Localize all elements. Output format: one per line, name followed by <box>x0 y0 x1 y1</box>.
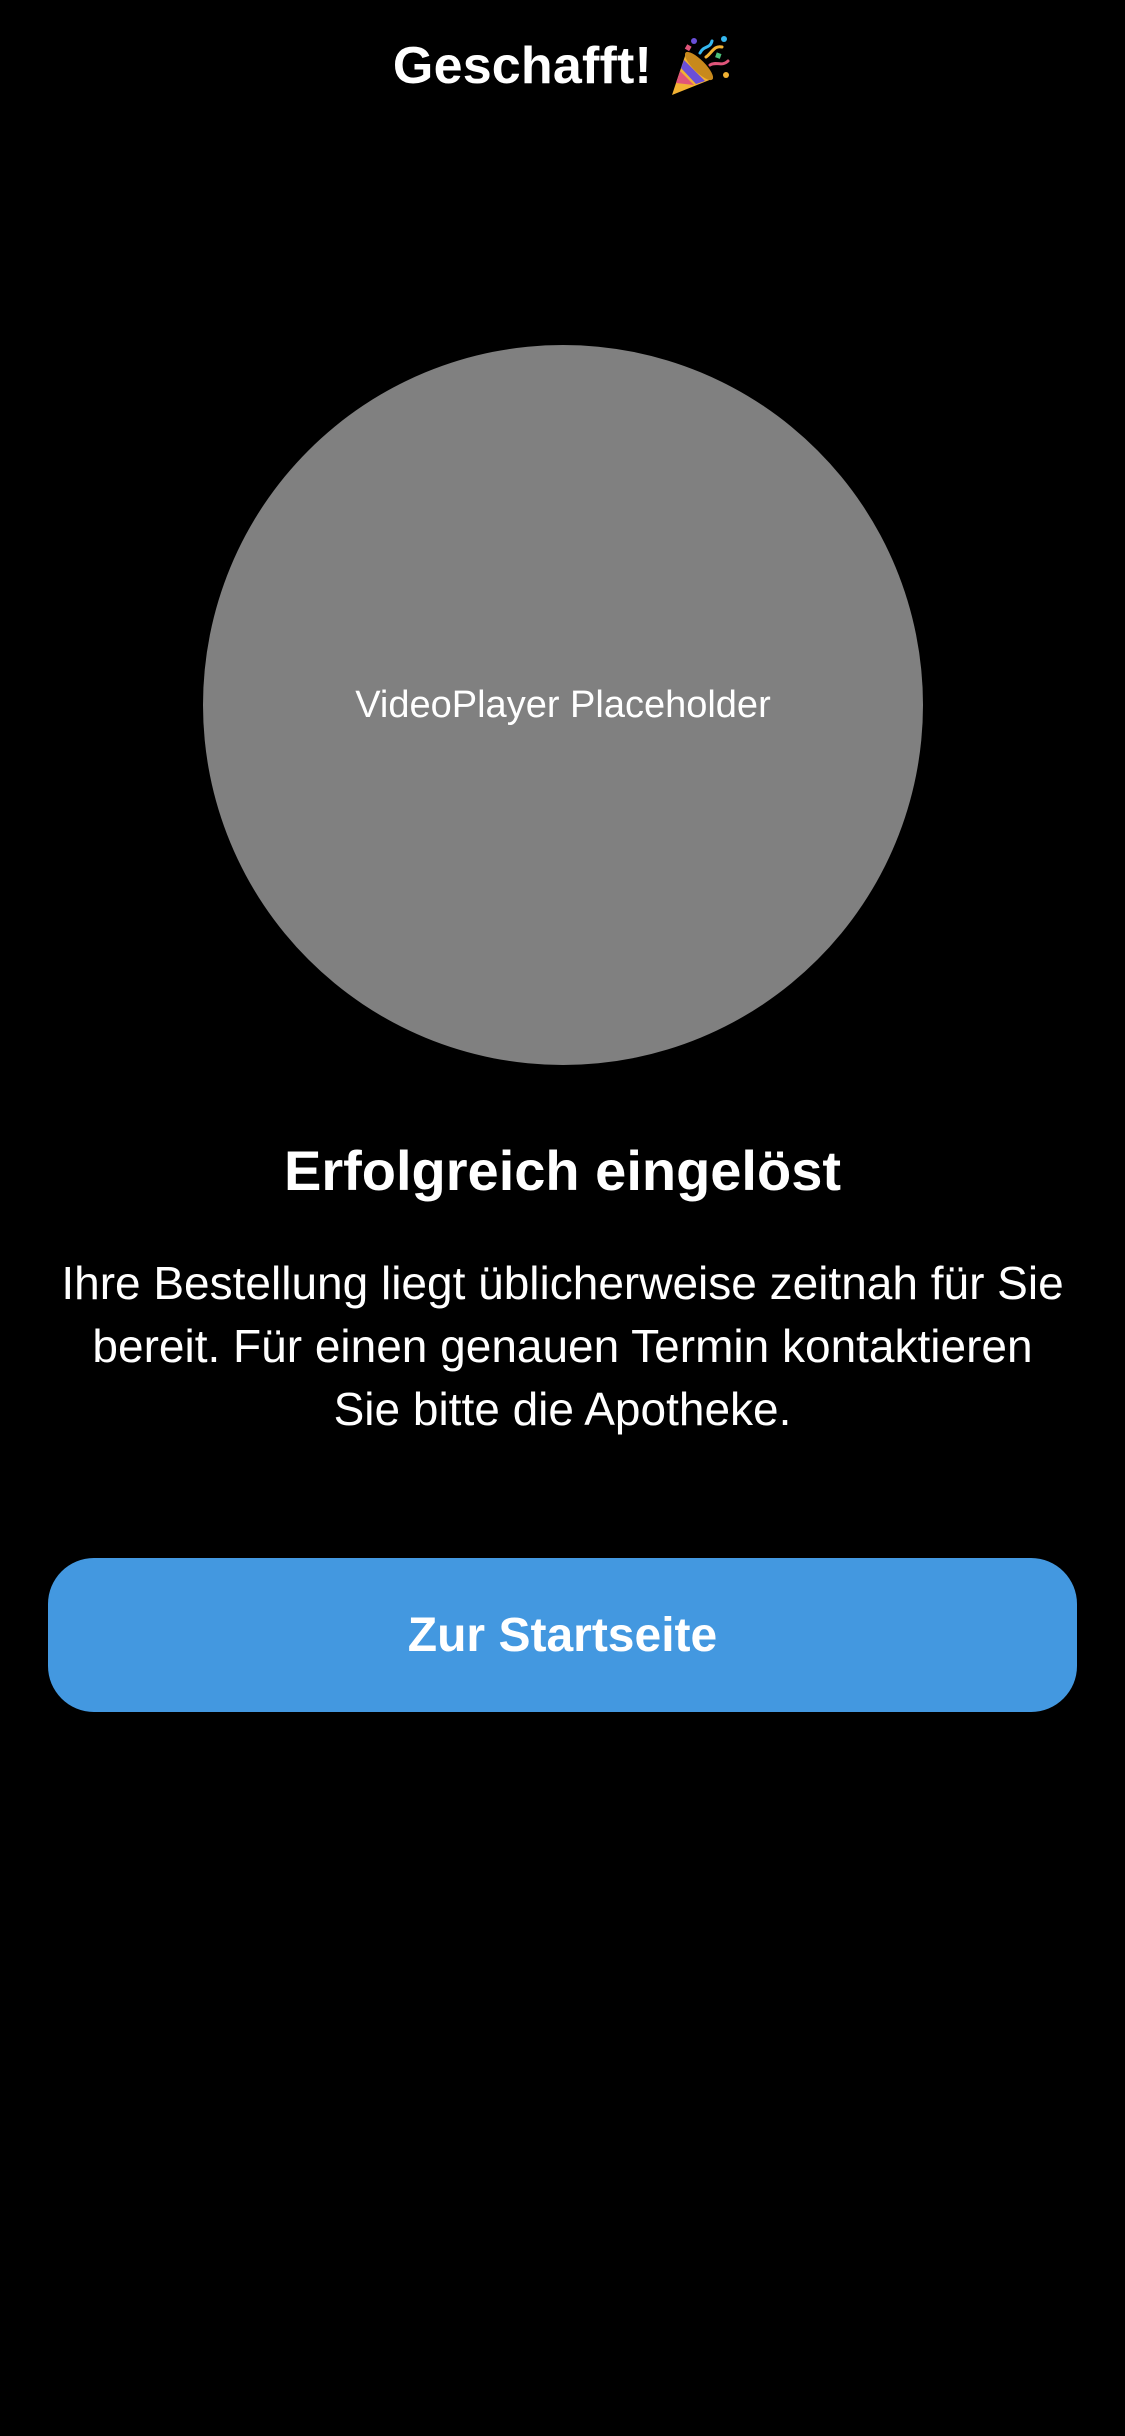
navigation-title: Geschafft! <box>0 28 1125 104</box>
video-player-placeholder: VideoPlayer Placeholder <box>203 345 923 1065</box>
page-title: Geschafft! <box>392 37 653 95</box>
go-to-home-button[interactable]: Zur Startseite <box>48 1558 1077 1712</box>
video-placeholder-label: VideoPlayer Placeholder <box>355 683 771 726</box>
party-popper-icon <box>666 33 732 99</box>
success-headline: Erfolgreich eingelöst <box>284 1139 841 1202</box>
success-description: Ihre Bestellung liegt üblicherweise zeit… <box>61 1257 1064 1435</box>
